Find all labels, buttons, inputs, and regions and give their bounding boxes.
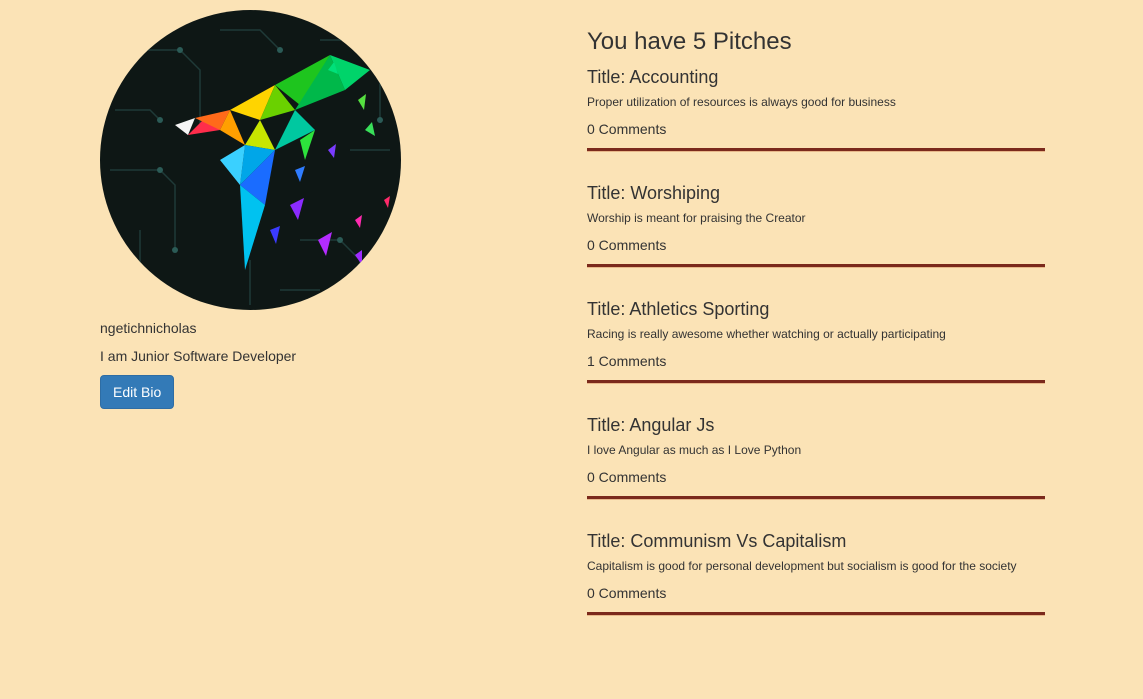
pitch-item: Title: Athletics Sporting Racing is real… <box>587 289 1045 405</box>
pitch-item: Title: Angular Js I love Angular as much… <box>587 405 1045 521</box>
pitch-comments-link[interactable]: 0 Comments <box>587 584 666 602</box>
pitch-title: Title: Communism Vs Capitalism <box>587 531 847 551</box>
pitch-title: Title: Accounting <box>587 67 719 87</box>
pitches-panel: You have 5 Pitches Title: Accounting Pro… <box>587 27 1045 637</box>
pitch-comments-link[interactable]: 0 Comments <box>587 120 666 138</box>
pitch-divider <box>587 380 1045 383</box>
pitch-divider <box>587 496 1045 499</box>
profile-username: ngetichnicholas <box>100 320 197 336</box>
pitch-description: I love Angular as much as I Love Python <box>587 443 802 457</box>
pitches-heading: You have 5 Pitches <box>587 28 792 55</box>
parrot-logo-icon <box>100 10 401 310</box>
pitch-description: Capitalism is good for personal developm… <box>587 559 1017 573</box>
pitch-title: Title: Angular Js <box>587 415 715 435</box>
pitch-divider <box>587 264 1045 267</box>
pitch-description: Proper utilization of resources is alway… <box>587 95 896 109</box>
pitch-item: Title: Worshiping Worship is meant for p… <box>587 173 1045 289</box>
profile-panel: ngetichnicholas I am Junior Software Dev… <box>100 10 500 409</box>
pitch-item: Title: Communism Vs Capitalism Capitalis… <box>587 521 1045 637</box>
edit-bio-button[interactable]: Edit Bio <box>100 375 175 409</box>
pitch-comments-link[interactable]: 0 Comments <box>587 236 666 254</box>
pitch-description: Worship is meant for praising the Creato… <box>587 211 806 225</box>
pitch-divider <box>587 612 1045 615</box>
pitch-description: Racing is really awesome whether watchin… <box>587 327 946 341</box>
pitch-title: Title: Worshiping <box>587 183 721 203</box>
profile-bio: I am Junior Software Developer <box>100 348 297 364</box>
pitch-item: Title: Accounting Proper utilization of … <box>587 57 1045 173</box>
profile-avatar <box>100 10 401 310</box>
pitch-divider <box>587 148 1045 151</box>
pitch-comments-link[interactable]: 0 Comments <box>587 468 666 486</box>
pitch-title: Title: Athletics Sporting <box>587 299 770 319</box>
pitch-comments-link[interactable]: 1 Comments <box>587 352 666 370</box>
